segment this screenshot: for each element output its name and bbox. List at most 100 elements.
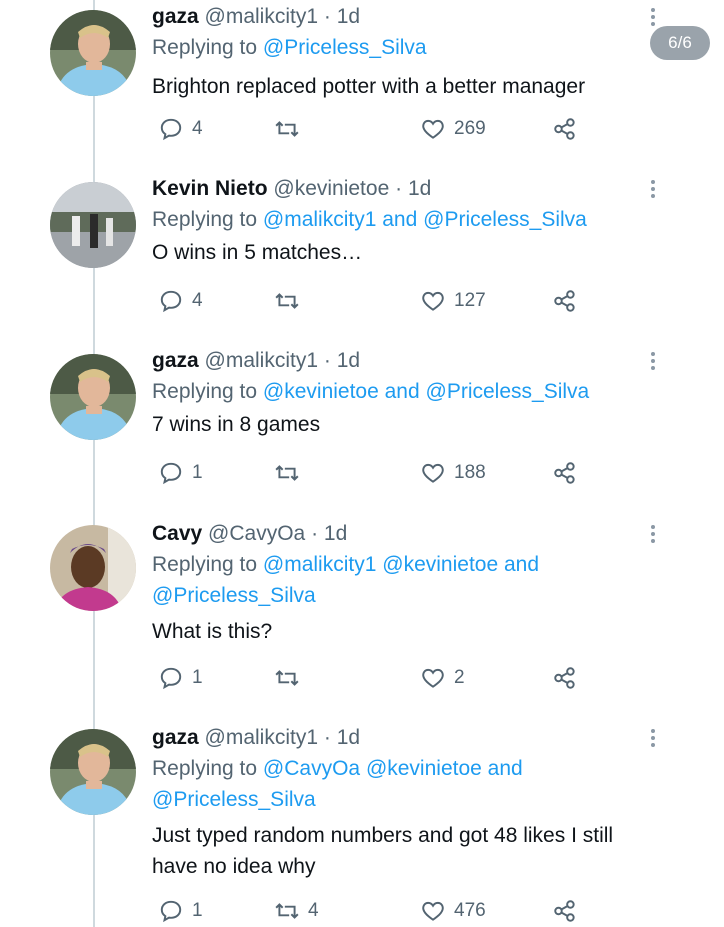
handle[interactable]: @CavyOa: [208, 522, 305, 545]
timestamp[interactable]: 1d: [324, 522, 347, 545]
avatar-image: [50, 182, 136, 268]
replying-to-label: Replying to: [152, 36, 263, 59]
retweet-icon: [275, 465, 299, 481]
share-icon: [554, 667, 575, 689]
like-button[interactable]: 127: [420, 286, 486, 316]
handle[interactable]: @malikcity1: [205, 349, 319, 372]
heart-icon: [422, 291, 444, 311]
reply-button[interactable]: 1: [158, 896, 203, 926]
retweet-button[interactable]: [274, 114, 308, 144]
reply-count: 4: [192, 118, 203, 139]
reply-button[interactable]: 4: [158, 286, 203, 316]
mention-link[interactable]: @Priceless_Silva: [152, 788, 316, 811]
mention-link[interactable]: @malikcity1: [263, 553, 377, 576]
more-options-icon[interactable]: [651, 525, 657, 546]
timestamp[interactable]: 1d: [337, 5, 360, 28]
replying-to: Replying to @malikcity1 @kevinietoe and: [152, 549, 672, 580]
like-button[interactable]: 2: [420, 663, 465, 693]
timestamp[interactable]: 1d: [337, 349, 360, 372]
reply-icon: [160, 900, 182, 923]
and-text: and: [498, 553, 540, 576]
reply-count: 1: [192, 667, 203, 688]
retweet-icon: [275, 903, 299, 919]
timestamp[interactable]: 1d: [337, 726, 360, 749]
replying-to: Replying to @kevinietoe and @Priceless_S…: [152, 376, 672, 407]
handle[interactable]: @malikcity1: [205, 5, 319, 28]
avatar[interactable]: [50, 525, 136, 611]
retweet-button[interactable]: [274, 663, 308, 693]
replying-to: Replying to @CavyOa @kevinietoe and: [152, 753, 672, 784]
avatar-image: [50, 729, 136, 815]
more-options-icon[interactable]: [651, 729, 657, 750]
heart-icon: [422, 668, 444, 688]
tweet-actions: 1 188: [152, 458, 592, 488]
mention-link[interactable]: @Priceless_Silva: [152, 584, 316, 607]
display-name[interactable]: gaza: [152, 349, 199, 372]
and-text: and: [481, 757, 523, 780]
display-name[interactable]: Kevin Nieto: [152, 177, 268, 200]
and-text: and: [376, 208, 424, 231]
more-options-icon[interactable]: [651, 352, 657, 373]
share-button[interactable]: [552, 663, 578, 693]
handle[interactable]: @kevinietoe: [273, 177, 389, 200]
retweet-button[interactable]: [274, 458, 308, 488]
mention-link[interactable]: @Priceless_Silva: [423, 208, 587, 231]
replying-to-label: Replying to: [152, 208, 263, 231]
like-button[interactable]: 188: [420, 458, 486, 488]
tweet-text: 7 wins in 8 games: [152, 413, 321, 436]
tweet-header: gaza @malikcity1 · 1d: [152, 723, 672, 753]
share-button[interactable]: [552, 458, 578, 488]
replying-to-continued: @Priceless_Silva: [152, 580, 672, 611]
share-button[interactable]: [552, 286, 578, 316]
display-name[interactable]: Cavy: [152, 522, 202, 545]
separator: ·: [318, 5, 337, 28]
tweet-header: gaza @malikcity1 · 1d: [152, 346, 672, 376]
replying-to-label: Replying to: [152, 757, 263, 780]
avatar[interactable]: [50, 10, 136, 96]
retweet-button[interactable]: 4: [274, 896, 319, 926]
avatar[interactable]: [50, 182, 136, 268]
tweet-actions: 4 127: [152, 286, 592, 316]
retweet-count: 4: [308, 900, 319, 921]
reply-button[interactable]: 1: [158, 663, 203, 693]
tweet-text: What is this?: [152, 620, 273, 643]
like-count: 476: [454, 900, 486, 921]
mention-link[interactable]: @CavyOa: [263, 757, 360, 780]
like-button[interactable]: 269: [420, 114, 486, 144]
avatar-image: [50, 354, 136, 440]
display-name[interactable]: gaza: [152, 5, 199, 28]
retweet-button[interactable]: [274, 286, 308, 316]
timestamp[interactable]: 1d: [408, 177, 431, 200]
mention-link[interactable]: @Priceless_Silva: [263, 36, 427, 59]
mention-link[interactable]: @Priceless_Silva: [426, 380, 590, 403]
more-options-icon[interactable]: [651, 8, 657, 29]
separator: ·: [318, 349, 337, 372]
separator: ·: [318, 726, 337, 749]
like-count: 2: [454, 667, 465, 688]
reply-button[interactable]: 4: [158, 114, 203, 144]
tweet-text-line-2: have no idea why: [152, 855, 316, 878]
display-name[interactable]: gaza: [152, 726, 199, 749]
like-count: 269: [454, 118, 486, 139]
reply-icon: [160, 118, 182, 141]
share-icon: [554, 290, 575, 312]
share-button[interactable]: [552, 896, 578, 926]
avatar-image: [50, 10, 136, 96]
share-button[interactable]: [552, 114, 578, 144]
reply-button[interactable]: 1: [158, 458, 203, 488]
mention-link[interactable]: @kevinietoe: [263, 380, 379, 403]
tweet-actions: 1 4 476: [152, 896, 592, 926]
mention-link[interactable]: @malikcity1: [263, 208, 377, 231]
avatar[interactable]: [50, 729, 136, 815]
avatar[interactable]: [50, 354, 136, 440]
more-options-icon[interactable]: [651, 180, 657, 201]
mention-link[interactable]: @kevinietoe: [382, 553, 498, 576]
share-icon: [554, 900, 575, 922]
heart-icon: [422, 119, 444, 139]
tweet-header: gaza @malikcity1 · 1d: [152, 2, 672, 32]
retweet-icon: [275, 670, 299, 686]
like-button[interactable]: 476: [420, 896, 486, 926]
mention-link[interactable]: @kevinietoe: [366, 757, 482, 780]
tweet-text: Just typed random numbers and got 48 lik…: [152, 824, 614, 847]
handle[interactable]: @malikcity1: [205, 726, 319, 749]
